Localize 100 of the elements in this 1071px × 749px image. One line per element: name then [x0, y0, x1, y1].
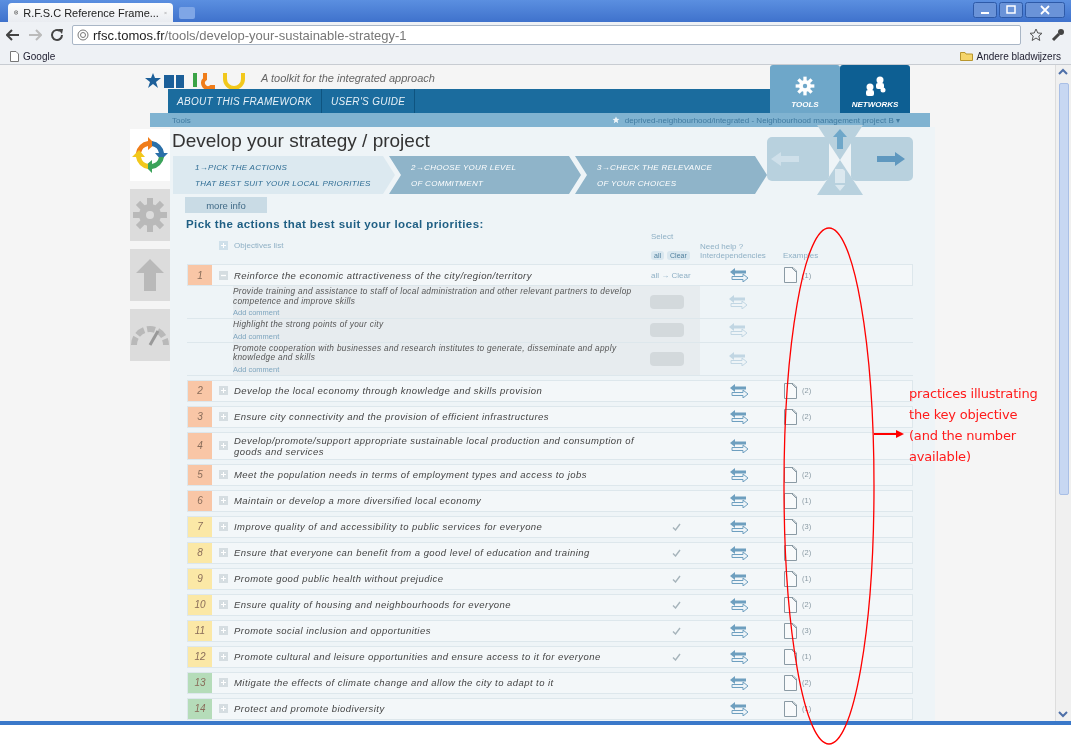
expand-icon[interactable] [218, 678, 228, 687]
checkmark-icon[interactable] [671, 600, 681, 609]
minimize-icon[interactable] [973, 2, 997, 18]
double-arrow-icon[interactable] [728, 701, 749, 716]
double-arrow-icon[interactable] [728, 649, 749, 664]
objective-title: Promote social inclusion and opportunities [234, 624, 432, 638]
tool-tile[interactable] [130, 249, 170, 301]
document-icon[interactable] [784, 648, 797, 665]
browser-tab[interactable]: R.F.S.C Reference Frame... [8, 3, 173, 22]
objective-title: Promote cultural and leisure opportunities and ensure access to it for everyone [234, 650, 602, 664]
double-arrow-icon[interactable] [728, 438, 749, 453]
objective-number: 10 [188, 594, 212, 615]
objective-number: 5 [188, 464, 212, 485]
double-arrow-icon[interactable] [728, 597, 749, 612]
double-arrow-icon[interactable] [728, 545, 749, 560]
expand-icon[interactable] [218, 412, 228, 421]
address-bar[interactable]: rfsc.tomos.fr/tools/develop-your-sustainable-strategy-1 [72, 25, 1021, 45]
help-label: Need help ? [700, 242, 745, 251]
page-title: Develop your strategy / project [172, 130, 431, 153]
double-arrow-icon[interactable] [728, 675, 749, 690]
folder-icon [959, 51, 973, 61]
document-icon[interactable] [784, 622, 797, 639]
breadcrumb-link[interactable]: Tools [172, 115, 191, 125]
wrench-icon[interactable] [1051, 28, 1065, 42]
double-arrow-icon[interactable] [728, 571, 749, 586]
expand-icon[interactable] [218, 548, 228, 557]
checkmark-icon[interactable] [671, 548, 681, 557]
document-icon[interactable] [784, 596, 797, 613]
double-arrow-icon[interactable] [728, 383, 749, 398]
objectives-list-label: Objectives list [234, 240, 284, 250]
objective-number: 1 [188, 265, 212, 285]
collapse-icon[interactable] [218, 270, 228, 280]
expand-icon[interactable] [218, 441, 228, 450]
globe-icon [77, 29, 89, 41]
section-heading: Pick the actions that best suit your local priorities: [186, 218, 485, 230]
close-icon[interactable] [1025, 2, 1065, 18]
expand-icon[interactable] [219, 240, 228, 250]
objective-title: Develop/promote/support appropriate sustainable local production and consumption of goods and services [234, 433, 636, 459]
double-arrow-icon[interactable] [727, 323, 748, 338]
expand-icon[interactable] [218, 574, 228, 583]
tool-tile[interactable] [130, 309, 170, 361]
checkmark-icon[interactable] [671, 522, 681, 531]
document-icon[interactable] [784, 674, 797, 691]
expand-icon[interactable] [218, 626, 228, 635]
double-arrow-icon[interactable] [728, 623, 749, 638]
document-icon[interactable] [784, 408, 797, 425]
gear-icon [794, 75, 816, 97]
document-icon[interactable] [784, 544, 797, 561]
page-icon [14, 7, 19, 18]
objective-number: 12 [188, 646, 212, 667]
expand-icon[interactable] [218, 496, 228, 505]
double-arrow-icon[interactable] [728, 268, 749, 282]
expand-icon[interactable] [218, 470, 228, 479]
expand-icon[interactable] [218, 522, 228, 531]
gear-icon [130, 195, 170, 235]
expand-icon[interactable] [218, 600, 228, 609]
objective-title: Ensure quality of housing and neighbourhoods for everyone [234, 598, 513, 612]
checkmark-icon[interactable] [671, 652, 681, 661]
checkmark-icon[interactable] [671, 626, 681, 635]
double-arrow-icon[interactable] [728, 493, 749, 508]
expand-icon[interactable] [218, 652, 228, 661]
more-info-button[interactable]: more info [185, 197, 267, 213]
cycle-arrows-icon [130, 135, 170, 175]
tool-tile[interactable] [130, 189, 170, 241]
checkmark-icon[interactable] [671, 574, 681, 583]
objective-title: Ensure that everyone can benefit from a good level of education and training [234, 546, 591, 560]
objective-title: Improve quality of and accessibility to public services for everyone [234, 520, 544, 534]
back-arrow-icon[interactable] [6, 29, 20, 41]
double-arrow-icon[interactable] [727, 351, 748, 366]
direction-arrows-drawing[interactable] [767, 125, 913, 195]
step-tab[interactable]: 2→CHOOSE YOUR LEVEL OF COMMITMENT [389, 156, 581, 194]
scrollbar-thumb[interactable] [1059, 83, 1069, 495]
objective-title: Promote good public health without prejudice [234, 572, 445, 586]
forward-arrow-icon[interactable] [28, 29, 42, 41]
step-tab[interactable]: 1→PICK THE ACTIONS THAT BEST SUIT YOUR LOCAL PRIORITIES [173, 156, 395, 194]
double-arrow-icon[interactable] [727, 295, 748, 309]
section-tab[interactable]: NETWORKS [840, 65, 910, 113]
expand-icon[interactable] [218, 386, 228, 395]
double-arrow-icon[interactable] [728, 409, 749, 424]
expand-icon[interactable] [218, 704, 228, 713]
objective-title: Ensure city connectivity and the provision of efficient infrastructures [234, 410, 550, 424]
objective-title: Develop the local economy through knowledge and skills provision [234, 384, 544, 398]
section-tab[interactable]: TOOLS [770, 65, 840, 113]
reload-icon[interactable] [50, 28, 64, 42]
star-icon[interactable] [1029, 28, 1043, 42]
document-icon[interactable] [784, 700, 797, 717]
select-all-clear-link[interactable]: all → Clear [651, 270, 691, 280]
document-icon[interactable] [784, 382, 797, 399]
maximize-icon[interactable] [999, 2, 1023, 18]
double-arrow-icon[interactable] [728, 467, 749, 482]
bookmark-folder[interactable]: Andere bladwijzers [959, 50, 1061, 62]
double-arrow-icon[interactable] [728, 519, 749, 534]
objective-title: Meet the population needs in terms of employment types and access to jobs [234, 468, 588, 482]
document-icon[interactable] [784, 267, 797, 283]
tab-title: R.F.S.C Reference Frame... [23, 6, 159, 19]
tool-tile[interactable] [130, 129, 170, 181]
objective-number: 8 [188, 542, 212, 563]
bookmark-link[interactable]: Google [10, 50, 56, 62]
step-tab[interactable]: 3→CHECK THE RELEVANCE OF YOUR CHOICES [575, 156, 767, 194]
select-label: Select [651, 232, 675, 241]
